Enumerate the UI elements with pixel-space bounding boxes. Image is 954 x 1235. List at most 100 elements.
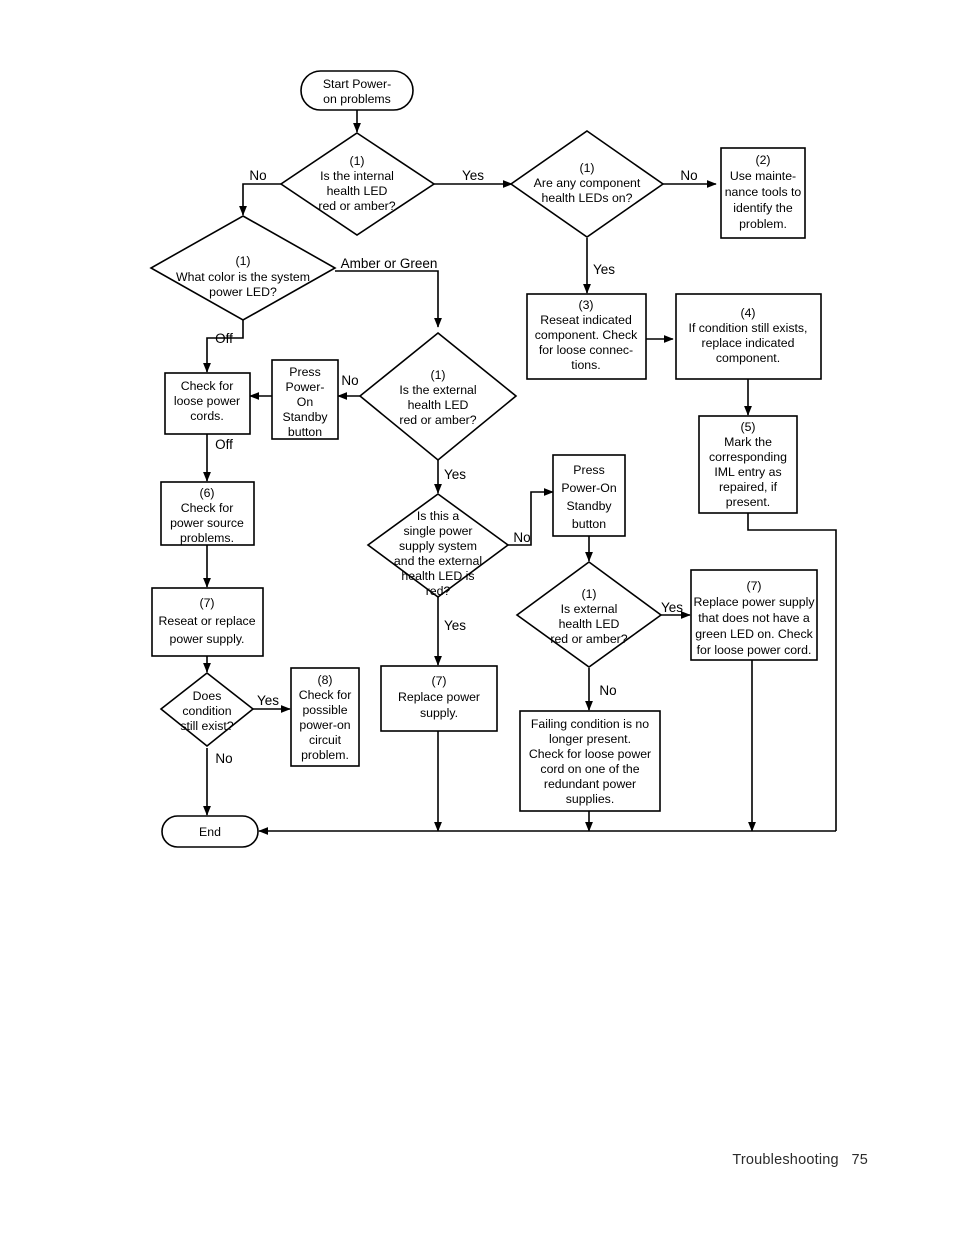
decision-external-health-2-line-3: health LED [559,617,620,631]
box-8-line-1: (8) [317,673,332,687]
box-7-reseat-line-1: (7) [199,596,214,610]
decision-system-power-led-line-3: power LED? [209,285,277,299]
node-box-2-maintenance: (2) Use mainte- nance tools to identify … [720,147,806,239]
edge-label-off-system-led: Off [215,331,233,346]
node-box-5-iml: (5) Mark the corresponding IML entry as … [698,415,798,514]
node-decision-component-leds: (1) Are any component health LEDs on? [509,130,665,238]
node-box-7-reseat-replace-supply: (7) Reseat or replace power supply. [151,587,264,657]
node-box-failing-condition-cleared: Failing condition is no longer present. … [519,710,661,812]
decision-external-health-line-4: red or amber? [399,413,476,427]
box-7-green-line-1: (7) [746,579,761,593]
box-standby-left-line-1: Press [289,365,320,379]
box-7-green-line-5: for loose power cord. [697,643,812,657]
edge-label-amber-or-green: Amber or Green [341,256,438,271]
node-box-press-standby-right: Press Power-On Standby button [552,454,626,537]
decision-internal-health-line-3: health LED [327,184,388,198]
decision-component-leds-line-2: Are any component [534,176,641,190]
box-6-line-2: Check for [181,501,234,515]
decision-internal-health-line-2: Is the internal [320,169,394,183]
box-3-line-3: component. Check [535,328,638,342]
box-failing-line-4: cord on one of the [540,762,639,776]
box-standby-right-line-3: Standby [566,499,612,513]
box-2-line-3: nance tools to [725,185,802,199]
edge-system-led-off-to-cords [203,320,244,373]
box-standby-left-line-5: button [288,425,322,439]
box-6-line-4: problems. [180,531,234,545]
decision-system-power-led-line-2: What color is the system [176,270,310,284]
box-3-line-2: Reseat indicated [540,313,632,327]
decision-external-health-2-line-1: (1) [581,587,596,601]
box-standby-right-line-1: Press [573,463,604,477]
box-7-green-line-3: that does not have a [698,611,810,625]
node-box-press-standby-left: Press Power- On Standby button [271,359,339,440]
box-4-line-3: replace indicated [702,336,795,350]
box-3-line-5: tions. [571,358,600,372]
edge-label-no-internal: No [249,168,266,183]
decision-condition-line-2: condition [182,704,231,718]
box-7-replace-line-2: Replace power [398,690,480,704]
box-check-cords-line-3: cords. [190,409,224,423]
box-4-line-1: (4) [740,306,755,320]
node-decision-external-health-2: (1) Is external health LED red or amber? [515,561,663,668]
edge-label-yes-component: Yes [593,262,615,277]
edge-label-yes-external-2: Yes [661,600,683,615]
node-decision-internal-health: (1) Is the internal health LED red or am… [279,132,436,236]
edge-label-no-external: No [341,373,358,388]
start-line-1: Start Power- [323,77,391,91]
decision-single-supply-line-6: red? [426,584,451,598]
box-5-line-1: (5) [740,420,755,434]
box-3-line-4: for loose connec- [539,343,633,357]
edge-internal-amber-green-to-external [335,270,442,328]
edge-label-yes-single-supply: Yes [444,618,466,633]
edge-label-no-component: No [680,168,697,183]
decision-single-supply-line-4: and the external [394,554,482,568]
decision-internal-health-line-4: red or amber? [318,199,395,213]
box-2-line-1: (2) [755,153,770,167]
decision-single-supply-line-2: single power [403,524,472,538]
box-7-green-line-2: Replace power supply [694,595,816,609]
document-page: Yes No Amber or Green No Yes Off Off No … [0,0,954,1235]
decision-single-supply-line-1: Is this a [417,509,460,523]
decision-external-health-2-line-4: red or amber? [550,632,627,646]
node-decision-system-power-led: (1) What color is the system power LED? [149,215,337,321]
decision-single-supply-line-5: health LED is [401,569,474,583]
edge-label-yes-external: Yes [444,467,466,482]
box-7-reseat-line-2: Reseat or replace [158,614,255,628]
decision-external-health-2-line-2: Is external [561,602,618,616]
box-check-cords-line-2: loose power [174,394,240,408]
node-start: Start Power- on problems [300,70,414,111]
decision-component-leds-line-1: (1) [579,161,594,175]
decision-system-power-led-shape [149,215,337,321]
box-standby-right-line-2: Power-On [561,481,617,495]
node-end: End [161,815,259,848]
box-5-line-5: repaired, if [719,480,778,494]
decision-external-health-line-3: health LED [408,398,469,412]
node-box-6-power-source: (6) Check for power source problems. [160,481,255,546]
edge-label-yes-condition: Yes [257,693,279,708]
box-5-line-6: present. [726,495,770,509]
box-7-reseat-line-3: power supply. [170,632,245,646]
decision-single-supply-line-3: supply system [399,539,477,553]
box-standby-left-line-4: Standby [282,410,328,424]
power-on-problems-flowchart: Yes No Amber or Green No Yes Off Off No … [149,70,837,848]
box-8-line-6: problem. [301,748,349,762]
box-5-line-2: Mark the [724,435,772,449]
end-label: End [199,825,221,839]
box-failing-line-1: Failing condition is no [531,717,649,731]
decision-condition-line-1: Does [193,689,222,703]
decision-external-health-line-2: Is the external [399,383,476,397]
edge-label-yes-internal: Yes [462,168,484,183]
node-box-7-replace-supply: (7) Replace power supply. [380,665,498,732]
box-8-line-2: Check for [299,688,352,702]
box-failing-line-3: Check for loose power [529,747,651,761]
box-standby-left-line-3: On [297,395,314,409]
box-check-cords-line-1: Check for [181,379,234,393]
node-decision-single-supply: Is this a single power supply system and… [366,493,510,598]
box-5-line-4: IML entry as [714,465,781,479]
node-box-check-loose-cords: Check for loose power cords. [164,372,251,435]
decision-system-power-led-line-1: (1) [235,254,250,268]
box-standby-right-line-4: button [572,517,606,531]
box-2-line-5: problem. [739,217,787,231]
edge-label-off-cords: Off [215,437,233,452]
box-failing-line-6: supplies. [566,792,615,806]
